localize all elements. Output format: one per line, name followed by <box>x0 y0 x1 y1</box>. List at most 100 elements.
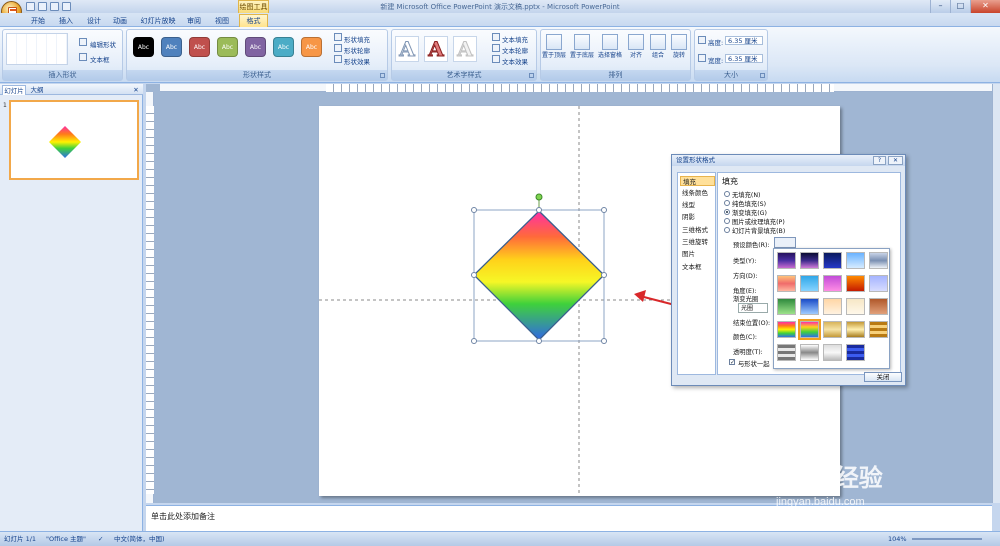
preset-swatch[interactable] <box>823 344 842 361</box>
resize-handle[interactable] <box>601 207 607 213</box>
group-objects-label[interactable]: 组合 <box>647 52 669 59</box>
language[interactable]: 中文(简体，中国) <box>114 532 165 546</box>
notes-pane[interactable]: 单击此处添加备注 <box>146 505 992 531</box>
radio-picture-fill[interactable] <box>724 218 730 224</box>
shape-style-swatch[interactable]: Abc <box>301 37 322 57</box>
preset-swatch[interactable] <box>800 275 819 292</box>
tab-view[interactable]: 视图 <box>212 16 232 27</box>
tab-review[interactable]: 审阅 <box>184 16 204 27</box>
radio-gradient-fill[interactable] <box>724 209 730 215</box>
spellcheck-icon[interactable]: ✓ <box>98 532 103 546</box>
wordart-style-2[interactable]: A <box>424 36 448 62</box>
shape-effects-icon[interactable] <box>334 55 342 63</box>
textbox-icon[interactable] <box>79 53 87 61</box>
slide-thumbnail[interactable] <box>9 100 139 180</box>
dialog-launcher-icon[interactable] <box>760 73 765 78</box>
resize-handle[interactable] <box>601 338 607 344</box>
rotate-with-shape-checkbox[interactable]: ✓ <box>729 359 735 366</box>
category-line-color[interactable]: 线条颜色 <box>680 188 715 198</box>
dialog-close-icon[interactable]: ✕ <box>888 156 903 165</box>
minimize-button[interactable]: – <box>930 0 950 13</box>
preset-swatch[interactable] <box>869 298 888 315</box>
close-dialog-button[interactable]: 关闭 <box>864 372 902 382</box>
shape-fill-label[interactable]: 形状填充 <box>344 34 370 44</box>
align-icon[interactable] <box>628 34 644 50</box>
resize-handle[interactable] <box>471 207 477 213</box>
text-outline-label[interactable]: 文本轮廓 <box>502 45 528 55</box>
edit-shape-label[interactable]: 编辑形状 <box>90 39 116 49</box>
wordart-style-3[interactable]: A <box>453 36 477 62</box>
tab-outline[interactable]: 大纲 <box>28 85 46 95</box>
tab-slides[interactable]: 幻灯片 <box>2 85 26 95</box>
bring-front-icon[interactable] <box>546 34 562 50</box>
close-pane-button[interactable]: ✕ <box>131 85 141 95</box>
shape-style-swatch[interactable]: Abc <box>161 37 182 57</box>
preset-swatch[interactable] <box>800 344 819 361</box>
vertical-scrollbar[interactable] <box>992 84 1000 503</box>
stop-select[interactable]: 光圈 <box>738 303 768 313</box>
tab-insert[interactable]: 插入 <box>56 16 76 27</box>
shape-style-swatch[interactable]: Abc <box>133 37 154 57</box>
width-input[interactable]: 6.35 厘米 <box>725 54 763 63</box>
tab-slideshow[interactable]: 幻灯片放映 <box>138 16 178 27</box>
dialog-launcher-icon[interactable] <box>529 73 534 78</box>
resize-handle[interactable] <box>471 338 477 344</box>
resize-handle[interactable] <box>536 338 542 344</box>
category-line-style[interactable]: 线型 <box>680 200 715 210</box>
preset-swatch[interactable] <box>800 298 819 315</box>
text-effects-label[interactable]: 文本效果 <box>502 56 528 66</box>
preset-swatch[interactable] <box>823 275 842 292</box>
shape-style-swatch[interactable]: Abc <box>217 37 238 57</box>
preset-swatch[interactable] <box>869 275 888 292</box>
preset-swatch[interactable] <box>800 252 819 269</box>
bring-front-label[interactable]: 置于顶层 <box>541 52 567 59</box>
preset-swatch[interactable] <box>869 252 888 269</box>
category-textbox[interactable]: 文本框 <box>680 262 715 272</box>
save-icon[interactable] <box>26 2 35 11</box>
preset-color-dropdown[interactable] <box>774 237 796 248</box>
customize-icon[interactable] <box>62 2 71 11</box>
preset-swatch[interactable] <box>846 344 865 361</box>
preset-swatch[interactable] <box>846 275 865 292</box>
preset-swatch[interactable] <box>846 298 865 315</box>
shape-effects-label[interactable]: 形状效果 <box>344 56 370 66</box>
dialog-launcher-icon[interactable] <box>380 73 385 78</box>
text-fill-label[interactable]: 文本填充 <box>502 34 528 44</box>
shape-style-swatch[interactable]: Abc <box>245 37 266 57</box>
resize-handle[interactable] <box>471 272 477 278</box>
preset-swatch[interactable] <box>846 252 865 269</box>
resize-handle[interactable] <box>536 207 542 213</box>
shapes-gallery[interactable] <box>6 33 68 65</box>
group-objects-icon[interactable] <box>650 34 666 50</box>
category-3d-format[interactable]: 三维格式 <box>680 225 715 235</box>
category-shadow[interactable]: 阴影 <box>680 212 715 222</box>
preset-swatch[interactable] <box>777 252 796 269</box>
wordart-style-1[interactable]: A <box>395 36 419 62</box>
help-button[interactable]: ? <box>873 156 886 165</box>
tab-animation[interactable]: 动画 <box>110 16 130 27</box>
textbox-label[interactable]: 文本框 <box>90 54 110 64</box>
shape-outline-label[interactable]: 形状轮廓 <box>344 45 370 55</box>
align-label[interactable]: 对齐 <box>625 52 647 59</box>
redo-icon[interactable] <box>50 2 59 11</box>
text-outline-icon[interactable] <box>492 44 500 52</box>
rotate-icon[interactable] <box>671 34 687 50</box>
selection-pane-icon[interactable] <box>602 34 618 50</box>
shape-fill-icon[interactable] <box>334 33 342 41</box>
preset-swatch[interactable] <box>869 321 888 338</box>
preset-swatch[interactable] <box>777 275 796 292</box>
preset-swatch[interactable] <box>823 321 842 338</box>
height-input[interactable]: 6.35 厘米 <box>725 36 763 45</box>
tab-home[interactable]: 开始 <box>28 16 48 27</box>
undo-icon[interactable] <box>38 2 47 11</box>
text-fill-icon[interactable] <box>492 33 500 41</box>
preset-swatch[interactable] <box>777 298 796 315</box>
category-3d-rotation[interactable]: 三维旋转 <box>680 237 715 247</box>
zoom-slider[interactable] <box>912 538 982 540</box>
send-back-label[interactable]: 置于底层 <box>569 52 595 59</box>
maximize-button[interactable]: □ <box>950 0 970 13</box>
selection-pane-label[interactable]: 选择窗格 <box>597 52 623 59</box>
rotate-label[interactable]: 旋转 <box>668 52 690 59</box>
send-back-icon[interactable] <box>574 34 590 50</box>
category-fill[interactable]: 填充 <box>680 176 715 186</box>
